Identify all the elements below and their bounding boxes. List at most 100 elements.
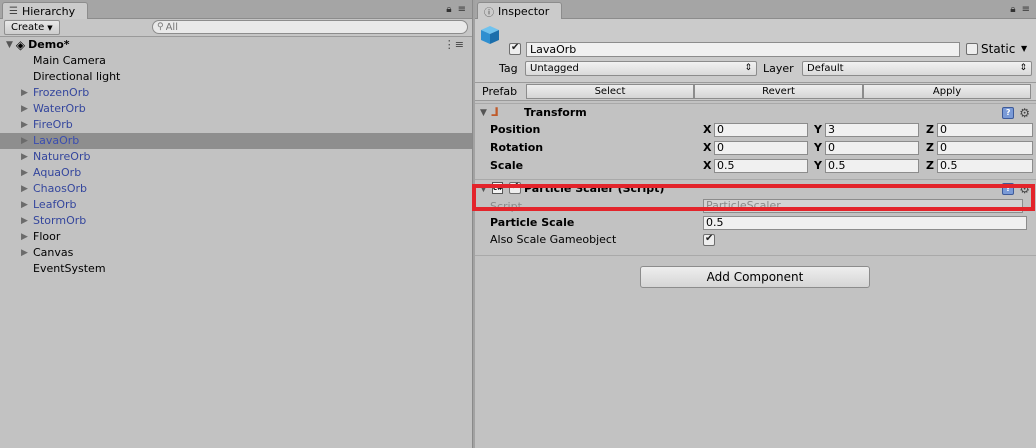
layer-value: Default [807, 63, 844, 74]
scale-z-field[interactable]: 0.5 [937, 159, 1033, 173]
position-label: Position [490, 123, 541, 136]
fold-closed-icon[interactable]: ▶ [21, 165, 28, 181]
fold-closed-icon[interactable]: ▶ [21, 213, 28, 229]
prefab-label: Prefab [482, 85, 518, 98]
scale-x-field[interactable]: 0.5 [714, 159, 808, 173]
also-scale-label: Also Scale Gameobject [490, 233, 617, 246]
rotation-label: Rotation [490, 141, 544, 154]
hierarchy-item[interactable]: ▶ FrozenOrb [0, 85, 472, 101]
fold-closed-icon[interactable]: ▶ [21, 133, 28, 149]
axis-y-label: Y [814, 123, 822, 136]
also-scale-row: Also Scale Gameobject [475, 233, 1036, 249]
hierarchy-item-label: LeafOrb [33, 198, 77, 211]
hierarchy-panel: ☰ Hierarchy 🔒︎ ≡ Create ▼ ⚲ ▼ ◈ Demo* ⋮≡… [0, 0, 473, 448]
rotation-x-field[interactable]: 0 [714, 141, 808, 155]
fold-closed-icon[interactable]: ▶ [21, 229, 28, 245]
tag-value: Untagged [530, 63, 579, 74]
particle-scale-row: Particle Scale 0.5 [475, 214, 1036, 233]
particle-scale-field[interactable]: 0.5 [703, 216, 1027, 230]
hierarchy-item-label: Directional light [33, 70, 121, 83]
hierarchy-item[interactable]: Directional light [0, 69, 472, 85]
hierarchy-item-label: WaterOrb [33, 102, 86, 115]
fold-closed-icon[interactable]: ▶ [21, 181, 28, 197]
axis-z-label: Z [926, 159, 934, 172]
fold-closed-icon[interactable]: ▶ [21, 101, 28, 117]
transform-axes-icon: ⅃ [491, 105, 499, 119]
prefab-revert-button[interactable]: Revert [694, 84, 863, 99]
static-label: Static [981, 42, 1016, 56]
tab-hierarchy[interactable]: ☰ Hierarchy [2, 2, 89, 19]
window-menu-icon[interactable]: ≡ [458, 4, 466, 15]
inspector-panel: ⓘ Inspector 🔒︎ ≡ LavaOrb Static ▼ Tag Un… [475, 0, 1036, 448]
also-scale-checkbox[interactable] [703, 233, 715, 246]
transform-header[interactable]: ▼ ⅃ Transform ? ⚙ [475, 103, 1036, 121]
hierarchy-item[interactable]: ▶ AquaOrb [0, 165, 472, 181]
unity-scene-icon: ◈ [15, 38, 26, 52]
inspector-tabstrip: ⓘ Inspector 🔒︎ ≡ [475, 0, 1036, 19]
prefab-select-button[interactable]: Select [526, 84, 694, 99]
hierarchy-item[interactable]: EventSystem [0, 261, 472, 277]
tab-inspector[interactable]: ⓘ Inspector [477, 2, 563, 19]
add-component-button[interactable]: Add Component [640, 266, 870, 288]
tab-inspector-label: Inspector [498, 4, 550, 18]
fold-closed-icon[interactable]: ▶ [21, 85, 28, 101]
search-input[interactable] [165, 21, 446, 33]
tag-dropdown[interactable]: Untagged ⇕ [525, 61, 757, 76]
fold-closed-icon[interactable]: ▶ [21, 149, 28, 165]
hierarchy-search[interactable]: ⚲ [152, 20, 468, 34]
hierarchy-window-controls: 🔒︎ ≡ [446, 4, 466, 15]
search-icon: ⚲ [157, 22, 164, 32]
rotation-y-field[interactable]: 0 [825, 141, 919, 155]
layer-dropdown[interactable]: Default ⇕ [802, 61, 1032, 76]
hierarchy-item[interactable]: ▶ NatureOrb [0, 149, 472, 165]
hierarchy-item-label: Floor [33, 230, 61, 243]
help-book-icon[interactable]: ? [1002, 107, 1015, 119]
prefab-apply-button[interactable]: Apply [863, 84, 1031, 99]
static-checkbox[interactable] [966, 43, 978, 55]
scale-row: Scale X 0.5 Y 0.5 Z 0.5 [475, 157, 1036, 175]
create-button-label: Create [11, 22, 45, 33]
position-x-field[interactable]: 0 [714, 123, 808, 137]
rotation-z-field[interactable]: 0 [937, 141, 1033, 155]
hierarchy-item-label: FrozenOrb [33, 86, 90, 99]
hierarchy-item[interactable]: ▶ LeafOrb [0, 197, 472, 213]
hierarchy-item[interactable]: Main Camera [0, 53, 472, 69]
hierarchy-item[interactable]: ▶ LavaOrb [0, 133, 472, 149]
active-checkbox[interactable] [509, 42, 521, 55]
lock-icon[interactable]: 🔒︎ [446, 4, 451, 15]
transform-properties: Position X 0 Y 3 Z 0 Rotation X 0 Y 0 Z 0 Scale X 0.5 Y 0.… [475, 121, 1036, 175]
hierarchy-item-label: FireOrb [33, 118, 73, 131]
hierarchy-item[interactable]: ▶ FireOrb [0, 117, 472, 133]
hierarchy-item[interactable]: ▶ StormOrb [0, 213, 472, 229]
scene-name: Demo* [28, 38, 70, 51]
lock-icon[interactable]: 🔒︎ [1010, 4, 1015, 15]
static-dropdown-icon[interactable]: ▼ [1021, 44, 1027, 53]
position-z-field[interactable]: 0 [937, 123, 1033, 137]
scene-menu-icon[interactable]: ⋮≡ [444, 37, 464, 53]
scale-y-field[interactable]: 0.5 [825, 159, 919, 173]
hierarchy-item-label: ChaosOrb [33, 182, 88, 195]
hierarchy-item[interactable]: ▶ Floor [0, 229, 472, 245]
hierarchy-item[interactable]: ▶ ChaosOrb [0, 181, 472, 197]
hierarchy-tree: Main Camera Directional light ▶ FrozenOrb ▶ W… [0, 53, 472, 277]
fold-closed-icon[interactable]: ▶ [21, 245, 28, 261]
add-component-area: Add Component [475, 255, 1036, 295]
object-name-field[interactable]: LavaOrb [526, 42, 960, 57]
window-menu-icon[interactable]: ≡ [1022, 4, 1030, 15]
transform-title: Transform [524, 106, 587, 119]
hierarchy-item[interactable]: ▶ WaterOrb [0, 101, 472, 117]
fold-open-icon[interactable]: ▼ [6, 37, 13, 53]
fold-closed-icon[interactable]: ▶ [21, 197, 28, 213]
hierarchy-item-label: EventSystem [33, 262, 106, 275]
create-button[interactable]: Create ▼ [4, 20, 60, 35]
hierarchy-item-label: Canvas [33, 246, 74, 259]
hierarchy-item[interactable]: ▶ Canvas [0, 245, 472, 261]
gear-icon[interactable]: ⚙ [1019, 106, 1030, 120]
position-y-field[interactable]: 3 [825, 123, 919, 137]
fold-open-icon[interactable]: ▼ [480, 108, 487, 118]
axis-x-label: X [703, 141, 712, 154]
scene-row[interactable]: ▼ ◈ Demo* ⋮≡ [0, 37, 472, 53]
fold-closed-icon[interactable]: ▶ [21, 117, 28, 133]
gameobject-header: LavaOrb Static ▼ Tag Untagged ⇕ Layer De… [475, 19, 1036, 83]
inspector-window-controls: 🔒︎ ≡ [1010, 4, 1030, 15]
